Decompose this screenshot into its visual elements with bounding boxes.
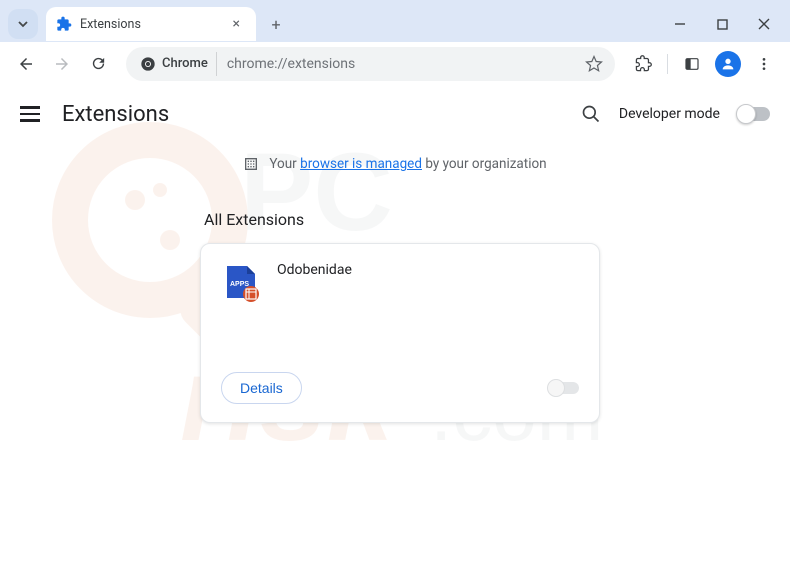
managed-suffix: by your organization (425, 156, 546, 172)
omnibox-site-chip[interactable]: Chrome (138, 52, 217, 76)
toolbar-divider (667, 54, 668, 74)
section-all-extensions: All Extensions (204, 210, 590, 229)
tab-close-button[interactable]: × (227, 14, 246, 34)
extensions-menu-button[interactable] (627, 48, 659, 80)
chrome-menu-button[interactable] (748, 48, 780, 80)
svg-text:APPS: APPS (230, 281, 249, 288)
omnibox-url: chrome://extensions (227, 56, 355, 72)
avatar-icon (715, 51, 741, 77)
managed-link[interactable]: browser is managed (300, 156, 422, 172)
profile-button[interactable] (712, 48, 744, 80)
menu-button[interactable] (20, 102, 44, 126)
omnibox-chip-label: Chrome (162, 56, 208, 71)
reload-button[interactable] (82, 48, 114, 80)
devmode-label: Developer mode (619, 106, 720, 122)
maximize-button[interactable] (704, 10, 740, 38)
extension-card: APPS Odobenidae Details (200, 243, 600, 423)
extension-toggle[interactable] (549, 382, 579, 394)
devmode-toggle[interactable] (738, 107, 770, 121)
close-window-button[interactable] (746, 10, 782, 38)
new-tab-button[interactable]: + (262, 10, 290, 38)
search-button[interactable] (581, 104, 601, 124)
tab-search-button[interactable] (8, 9, 38, 39)
back-button[interactable] (10, 48, 42, 80)
browser-toolbar: Chrome chrome://extensions (0, 42, 790, 86)
puzzle-icon (56, 16, 72, 32)
bookmark-star-icon[interactable] (585, 55, 603, 73)
building-icon (243, 156, 259, 172)
managed-banner: Your browser is managed by your organiza… (200, 142, 590, 192)
extension-name: Odobenidae (277, 262, 352, 362)
page-title: Extensions (62, 102, 169, 127)
minimize-button[interactable] (662, 10, 698, 38)
managed-prefix: Your (269, 156, 296, 172)
chrome-icon (140, 56, 156, 72)
omnibox[interactable]: Chrome chrome://extensions (126, 47, 615, 81)
main-content: Your browser is managed by your organiza… (0, 142, 790, 423)
browser-tab[interactable]: Extensions × (46, 7, 256, 41)
extension-icon: APPS (221, 262, 261, 302)
forward-button[interactable] (46, 48, 78, 80)
page-header: Extensions Developer mode (0, 86, 790, 142)
details-button[interactable]: Details (221, 372, 302, 404)
window-controls (662, 10, 782, 38)
sidepanel-button[interactable] (676, 48, 708, 80)
tab-title: Extensions (80, 17, 141, 32)
window-titlebar: Extensions × + (0, 0, 790, 42)
